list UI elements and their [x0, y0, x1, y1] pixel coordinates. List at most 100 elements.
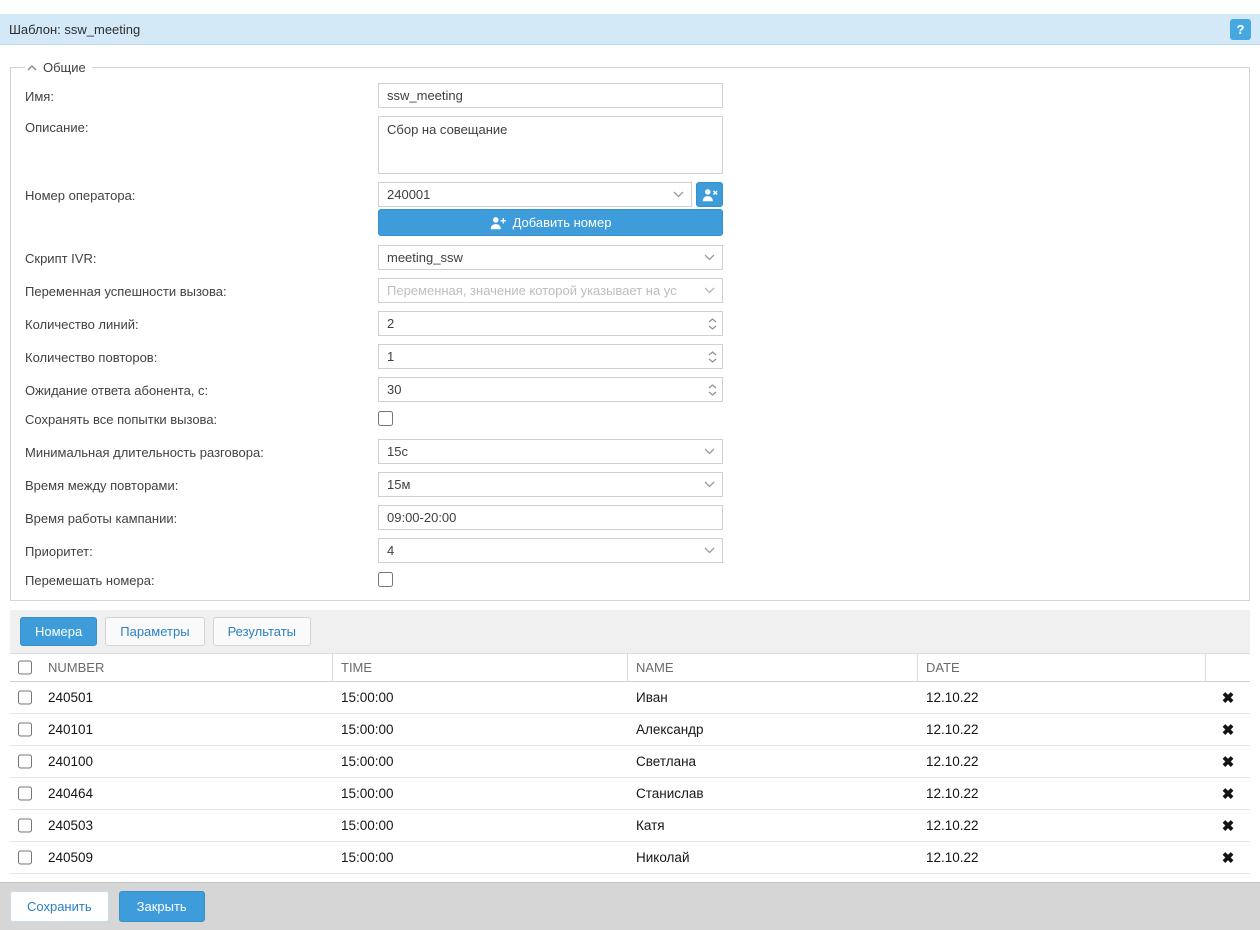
cell-date: 12.10.22: [918, 786, 1206, 801]
retry-interval-label: Время между повторами:: [25, 476, 378, 493]
close-button[interactable]: Закрыть: [119, 891, 205, 922]
save-attempts-label: Сохранять все попытки вызова:: [25, 410, 378, 427]
table-row[interactable]: 240503 15:00:00 Катя 12.10.22 ✖: [10, 810, 1250, 842]
name-label: Имя:: [25, 87, 378, 104]
answer-timeout-input[interactable]: [379, 378, 702, 401]
row-checkbox[interactable]: [18, 850, 32, 865]
column-header-number[interactable]: NUMBER: [40, 654, 333, 681]
cell-number: 240464: [40, 786, 333, 801]
chevron-down-icon: [704, 481, 715, 488]
delete-row-icon[interactable]: ✖: [1206, 849, 1250, 867]
ivr-script-select[interactable]: meeting_ssw: [378, 245, 723, 270]
table-row[interactable]: 240100 15:00:00 Светлана 12.10.22 ✖: [10, 746, 1250, 778]
shuffle-checkbox[interactable]: [378, 572, 393, 587]
success-variable-placeholder: Переменная, значение которой указывает н…: [387, 283, 704, 298]
cell-number: 240101: [40, 722, 333, 737]
row-checkbox[interactable]: [18, 754, 32, 769]
ivr-script-label: Скрипт IVR:: [25, 249, 378, 266]
repeat-count-input[interactable]: [379, 345, 702, 368]
save-button[interactable]: Сохранить: [10, 891, 109, 922]
table-row[interactable]: 240464 15:00:00 Станислав 12.10.22 ✖: [10, 778, 1250, 810]
cell-date: 12.10.22: [918, 722, 1206, 737]
priority-label: Приоритет:: [25, 542, 378, 559]
success-variable-label: Переменная успешности вызова:: [25, 282, 378, 299]
min-duration-row: Минимальная длительность разговора: 15с: [25, 439, 1235, 464]
help-button[interactable]: ?: [1230, 19, 1251, 40]
operator-number-combo[interactable]: 240001: [378, 182, 692, 207]
delete-row-icon[interactable]: ✖: [1206, 753, 1250, 771]
operator-number-row: Номер оператора: 240001: [25, 182, 1235, 207]
repeat-count-row: Количество повторов:: [25, 344, 1235, 369]
tab-results[interactable]: Результаты: [213, 617, 311, 646]
spinner-arrows-icon[interactable]: [702, 312, 722, 335]
chevron-down-icon: [673, 191, 684, 198]
select-all-checkbox[interactable]: [18, 660, 32, 675]
row-checkbox[interactable]: [18, 690, 32, 705]
repeat-count-label: Количество повторов:: [25, 348, 378, 365]
chevron-down-icon: [704, 448, 715, 455]
tab-numbers[interactable]: Номера: [20, 617, 97, 646]
description-input[interactable]: Сбор на совещание: [378, 116, 723, 174]
tab-params[interactable]: Параметры: [105, 617, 204, 646]
work-time-row: Время работы кампании:: [25, 505, 1235, 530]
general-fieldset: Общие Имя: Описание: Сбор на совещание Н…: [10, 60, 1250, 601]
content-spacer: [0, 874, 1260, 882]
column-header-date[interactable]: DATE: [918, 654, 1206, 681]
spinner-arrows-icon[interactable]: [702, 378, 722, 401]
add-number-button[interactable]: Добавить номер: [378, 209, 723, 236]
success-variable-select[interactable]: Переменная, значение которой указывает н…: [378, 278, 723, 303]
table-row[interactable]: 240101 15:00:00 Александр 12.10.22 ✖: [10, 714, 1250, 746]
table-row[interactable]: 240501 15:00:00 Иван 12.10.22 ✖: [10, 682, 1250, 714]
grid-header: NUMBER TIME NAME DATE: [10, 654, 1250, 682]
shuffle-row: Перемешать номера:: [25, 571, 1235, 588]
add-number-row: Добавить номер: [378, 209, 1235, 236]
delete-row-icon[interactable]: ✖: [1206, 785, 1250, 803]
cell-date: 12.10.22: [918, 850, 1206, 865]
success-variable-row: Переменная успешности вызова: Переменная…: [25, 278, 1235, 303]
line-count-label: Количество линий:: [25, 315, 378, 332]
answer-timeout-row: Ожидание ответа абонента, с:: [25, 377, 1235, 402]
window-title: Шаблон: ssw_meeting: [9, 22, 140, 37]
operator-number-label: Номер оператора:: [25, 186, 378, 203]
retry-interval-select[interactable]: 15м: [378, 472, 723, 497]
shuffle-label: Перемешать номера:: [25, 571, 378, 588]
cell-number: 240509: [40, 850, 333, 865]
cell-number: 240100: [40, 754, 333, 769]
cell-name: Светлана: [628, 754, 918, 769]
column-header-name[interactable]: NAME: [628, 654, 918, 681]
delete-row-icon[interactable]: ✖: [1206, 721, 1250, 739]
row-checkbox[interactable]: [18, 818, 32, 833]
cell-time: 15:00:00: [333, 722, 628, 737]
row-checkbox[interactable]: [18, 786, 32, 801]
save-attempts-checkbox[interactable]: [378, 411, 393, 426]
priority-select[interactable]: 4: [378, 538, 723, 563]
numbers-grid: NUMBER TIME NAME DATE 240501 15:00:00 Ив…: [10, 654, 1250, 874]
chevron-down-icon: [704, 287, 715, 294]
work-time-input[interactable]: [378, 505, 723, 530]
retry-interval-row: Время между повторами: 15м: [25, 472, 1235, 497]
min-duration-label: Минимальная длительность разговора:: [25, 443, 378, 460]
table-row[interactable]: 240509 15:00:00 Николай 12.10.22 ✖: [10, 842, 1250, 874]
general-legend[interactable]: Общие: [25, 60, 92, 75]
name-input[interactable]: [378, 83, 723, 108]
priority-row: Приоритет: 4: [25, 538, 1235, 563]
cell-time: 15:00:00: [333, 850, 628, 865]
column-header-time[interactable]: TIME: [333, 654, 628, 681]
cell-number: 240501: [40, 690, 333, 705]
line-count-row: Количество линий:: [25, 311, 1235, 336]
remove-operator-button[interactable]: [696, 182, 723, 207]
row-checkbox[interactable]: [18, 722, 32, 737]
footer-toolbar: Сохранить Закрыть: [0, 882, 1260, 930]
answer-timeout-stepper: [378, 377, 723, 402]
cell-number: 240503: [40, 818, 333, 833]
description-label: Описание:: [25, 116, 378, 135]
min-duration-select[interactable]: 15с: [378, 439, 723, 464]
line-count-stepper: [378, 311, 723, 336]
delete-row-icon[interactable]: ✖: [1206, 817, 1250, 835]
delete-row-icon[interactable]: ✖: [1206, 689, 1250, 707]
spinner-arrows-icon[interactable]: [702, 345, 722, 368]
general-legend-label: Общие: [43, 60, 86, 75]
cell-name: Николай: [628, 850, 918, 865]
line-count-input[interactable]: [379, 312, 702, 335]
cell-date: 12.10.22: [918, 754, 1206, 769]
